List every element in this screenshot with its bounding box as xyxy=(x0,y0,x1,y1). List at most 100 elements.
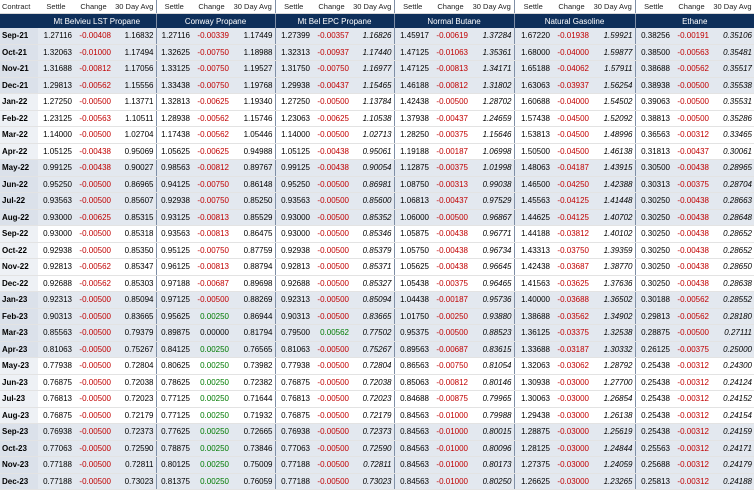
change-cell: -0.04000 xyxy=(552,93,591,111)
table-row: Jan-23 0.92313 -0.00500 0.85094 0.97125 -0.00… xyxy=(0,291,754,309)
table-row: Aug-23 0.76875 -0.00500 0.72179 0.77125 0.002… xyxy=(0,407,754,424)
avg-cell: 0.90027 xyxy=(113,159,156,177)
change-cell: -0.00500 xyxy=(312,423,351,441)
avg-cell: 0.85607 xyxy=(113,192,156,210)
settle-cell: 0.95375 xyxy=(393,324,431,342)
settle-cell: 1.05125 xyxy=(38,143,74,160)
change-cell: -0.04500 xyxy=(552,126,591,144)
change-cell: -0.00750 xyxy=(192,176,231,193)
avg-cell: 1.42388 xyxy=(591,176,635,193)
settle-cell: 0.76875 xyxy=(38,407,74,424)
settle-cell: 0.76813 xyxy=(274,390,312,408)
avg-cell: 0.33465 xyxy=(711,126,754,144)
avg-cell: 0.35538 xyxy=(711,77,754,94)
group-ethane: Ethane xyxy=(634,13,754,28)
settle-cell: 0.84563 xyxy=(393,440,431,457)
change-cell: -0.00500 xyxy=(312,390,351,408)
change-cell: -0.00750 xyxy=(192,242,231,259)
change-cell: -0.00500 xyxy=(312,291,351,309)
avg-cell: 0.24300 xyxy=(711,357,754,375)
avg-cell: 0.79965 xyxy=(470,390,514,408)
avg-cell: 0.72373 xyxy=(113,423,156,441)
avg-cell: 0.25000 xyxy=(711,341,754,358)
change-cell: -0.00813 xyxy=(192,225,231,243)
table-row: May-23 0.77938 -0.00500 0.72804 0.80625 0.002… xyxy=(0,357,754,375)
avg-cell: 1.19340 xyxy=(231,93,275,111)
settle-cell: 0.77188 xyxy=(274,473,312,490)
settle-cell: 0.76875 xyxy=(274,374,312,391)
table-row: Oct-23 0.77063 -0.00500 0.72590 0.78875 0.002… xyxy=(0,440,754,457)
avg-cell: 0.73023 xyxy=(351,473,394,490)
avg-cell: 1.26854 xyxy=(591,390,635,408)
change-cell: -0.00500 xyxy=(312,258,351,276)
avg-cell: 1.02713 xyxy=(351,126,394,144)
settle-cell: 0.30188 xyxy=(634,291,672,309)
settle-cell: 0.36563 xyxy=(634,126,672,144)
settle-cell: 0.96125 xyxy=(155,258,192,276)
settle-cell: 1.41563 xyxy=(513,275,552,292)
avg-cell: 0.85350 xyxy=(113,242,156,259)
settle-cell: 0.95125 xyxy=(155,242,192,259)
avg-cell: 0.99038 xyxy=(470,176,514,193)
settle-cell: 0.86563 xyxy=(393,357,431,375)
change-cell: -0.00408 xyxy=(74,28,113,45)
settle-cell: 1.32625 xyxy=(155,44,192,61)
change-cell: -0.00500 xyxy=(672,77,711,94)
product-group-row: Mt Belvieu LST Propane Conway Propane Mt… xyxy=(0,13,754,28)
settle-cell: 1.67220 xyxy=(513,28,552,45)
avg-cell: 1.18988 xyxy=(231,44,275,61)
avg-header: 30 Day Avg xyxy=(351,0,394,14)
change-cell: -0.00375 xyxy=(431,159,470,177)
change-cell: -0.00500 xyxy=(74,192,113,210)
table-row: Dec-22 0.92688 -0.00562 0.85303 0.97188 -0.00… xyxy=(0,275,754,292)
change-cell: -0.00438 xyxy=(312,143,351,160)
avg-cell: 0.86475 xyxy=(231,225,275,243)
avg-cell: 0.83615 xyxy=(470,341,514,358)
change-cell: 0.00250 xyxy=(192,374,231,391)
settle-cell: 0.25688 xyxy=(634,456,672,474)
avg-cell: 1.10511 xyxy=(113,110,156,127)
change-cell: -0.00625 xyxy=(192,143,231,160)
settle-cell: 0.77938 xyxy=(274,357,312,375)
avg-cell: 0.28652 xyxy=(711,225,754,243)
avg-cell: 0.88794 xyxy=(231,258,275,276)
change-cell: -0.00438 xyxy=(672,209,711,226)
avg-cell: 1.59921 xyxy=(591,28,635,45)
settle-cell: 0.79500 xyxy=(274,324,312,342)
avg-cell: 1.15556 xyxy=(113,77,156,94)
avg-cell: 0.72804 xyxy=(351,357,394,375)
change-cell: -0.00500 xyxy=(74,308,113,325)
contract-header: Contract xyxy=(0,0,38,14)
change-cell: -0.00438 xyxy=(672,159,711,177)
change-cell: -0.03375 xyxy=(552,324,591,342)
table-row: Jun-23 0.76875 -0.00500 0.72038 0.78625 0.002… xyxy=(0,374,754,391)
avg-cell: 0.35286 xyxy=(711,110,754,127)
avg-cell: 0.86148 xyxy=(231,176,275,193)
change-header: Change xyxy=(431,0,470,14)
contract-month: Sep-23 xyxy=(0,423,38,441)
change-cell: -0.04062 xyxy=(552,60,591,78)
avg-cell: 0.30061 xyxy=(711,143,754,160)
settle-cell: 1.05625 xyxy=(393,258,431,276)
settle-cell: 1.33125 xyxy=(155,60,192,78)
settle-cell: 1.27375 xyxy=(513,456,552,474)
settle-cell: 1.19188 xyxy=(393,143,431,160)
change-cell: -0.00562 xyxy=(74,77,113,94)
avg-cell: 0.35531 xyxy=(711,93,754,111)
avg-cell: 1.01998 xyxy=(470,159,514,177)
settle-cell: 1.45917 xyxy=(393,28,431,45)
change-cell: -0.00437 xyxy=(312,77,351,94)
avg-cell: 0.94988 xyxy=(231,143,275,160)
settle-cell: 0.76875 xyxy=(38,374,74,391)
settle-cell: 0.84125 xyxy=(155,341,192,358)
avg-cell: 0.83665 xyxy=(113,308,156,325)
settle-cell: 0.93563 xyxy=(38,192,74,210)
change-cell: -0.03625 xyxy=(552,275,591,292)
change-cell: -0.01000 xyxy=(74,44,113,61)
avg-cell: 0.28704 xyxy=(711,176,754,193)
change-cell: -0.00500 xyxy=(312,242,351,259)
avg-cell: 0.80096 xyxy=(470,440,514,457)
change-cell: -0.00500 xyxy=(312,209,351,226)
settle-cell: 0.93000 xyxy=(38,209,74,226)
settle-cell: 0.93563 xyxy=(274,192,312,210)
